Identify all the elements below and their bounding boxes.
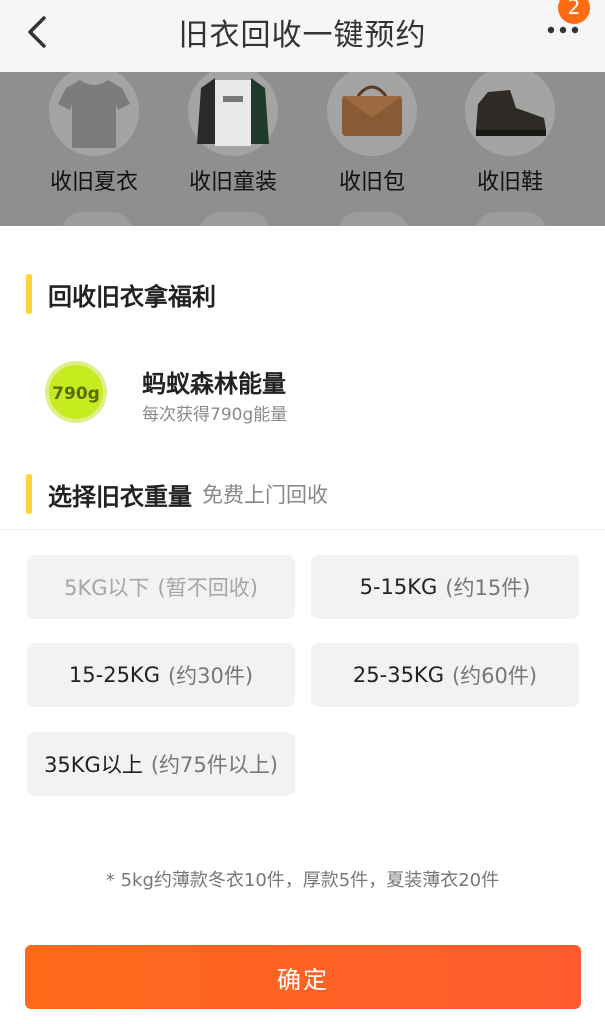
weight-option-15-25kg[interactable]: 15-25KG (约30件) — [27, 643, 295, 707]
handbag-icon — [342, 85, 402, 136]
section-accent-bar — [26, 474, 32, 514]
weight-option-under-5kg[interactable]: 5KG以下 (暂不回收) — [27, 555, 295, 619]
weight-section-title: 选择旧衣重量 免费上门回收 — [26, 474, 328, 514]
weight-footnote: * 5kg约薄款冬衣10件，厚款5件，夏装薄衣20件 — [105, 870, 500, 891]
weight-option-over-35kg[interactable]: 35KG以上 (约75件以上) — [27, 732, 295, 796]
recycle-sheet: 回收旧衣拿福利 790g 蚂蚁森林能量 每次获得790g能量 选择旧衣重量 免费… — [0, 226, 605, 1024]
energy-ball-icon: 790g — [45, 361, 107, 423]
confirm-button[interactable]: 确定 — [25, 945, 581, 1009]
category-shoes: 收旧鞋 — [440, 72, 580, 226]
jacket-icon — [197, 78, 269, 146]
tshirt-icon — [58, 80, 130, 148]
section-accent-bar — [26, 274, 32, 314]
category-label: 收旧童装 — [188, 170, 277, 195]
nav-bar: 旧衣回收一键预约 2 — [0, 0, 605, 72]
energy-badge-text: 790g — [52, 384, 100, 404]
divider — [0, 529, 605, 530]
category-label: 收旧包 — [338, 170, 405, 195]
shoe-icon — [476, 90, 546, 136]
category-summer-clothes: 收旧夏衣 — [24, 72, 164, 226]
weight-section-subtitle: 免费上门回收 — [202, 483, 328, 507]
page-title: 旧衣回收一键预约 — [178, 18, 427, 53]
benefit-desc: 每次获得790g能量 — [142, 405, 288, 425]
category-bags: 收旧包 — [302, 72, 442, 226]
category-label: 收旧鞋 — [476, 170, 543, 195]
benefit-name: 蚂蚁森林能量 — [142, 370, 286, 398]
category-kids-clothes: 收旧童装 — [163, 72, 303, 226]
category-label: 收旧夏衣 — [49, 170, 138, 195]
weight-option-25-35kg[interactable]: 25-35KG (约60件) — [311, 643, 579, 707]
category-backdrop: 收旧夏衣 收旧童装 收旧包 收旧鞋 — [0, 72, 605, 226]
weight-option-5-15kg[interactable]: 5-15KG (约15件) — [311, 555, 579, 619]
benefit-section-title: 回收旧衣拿福利 — [26, 274, 216, 314]
